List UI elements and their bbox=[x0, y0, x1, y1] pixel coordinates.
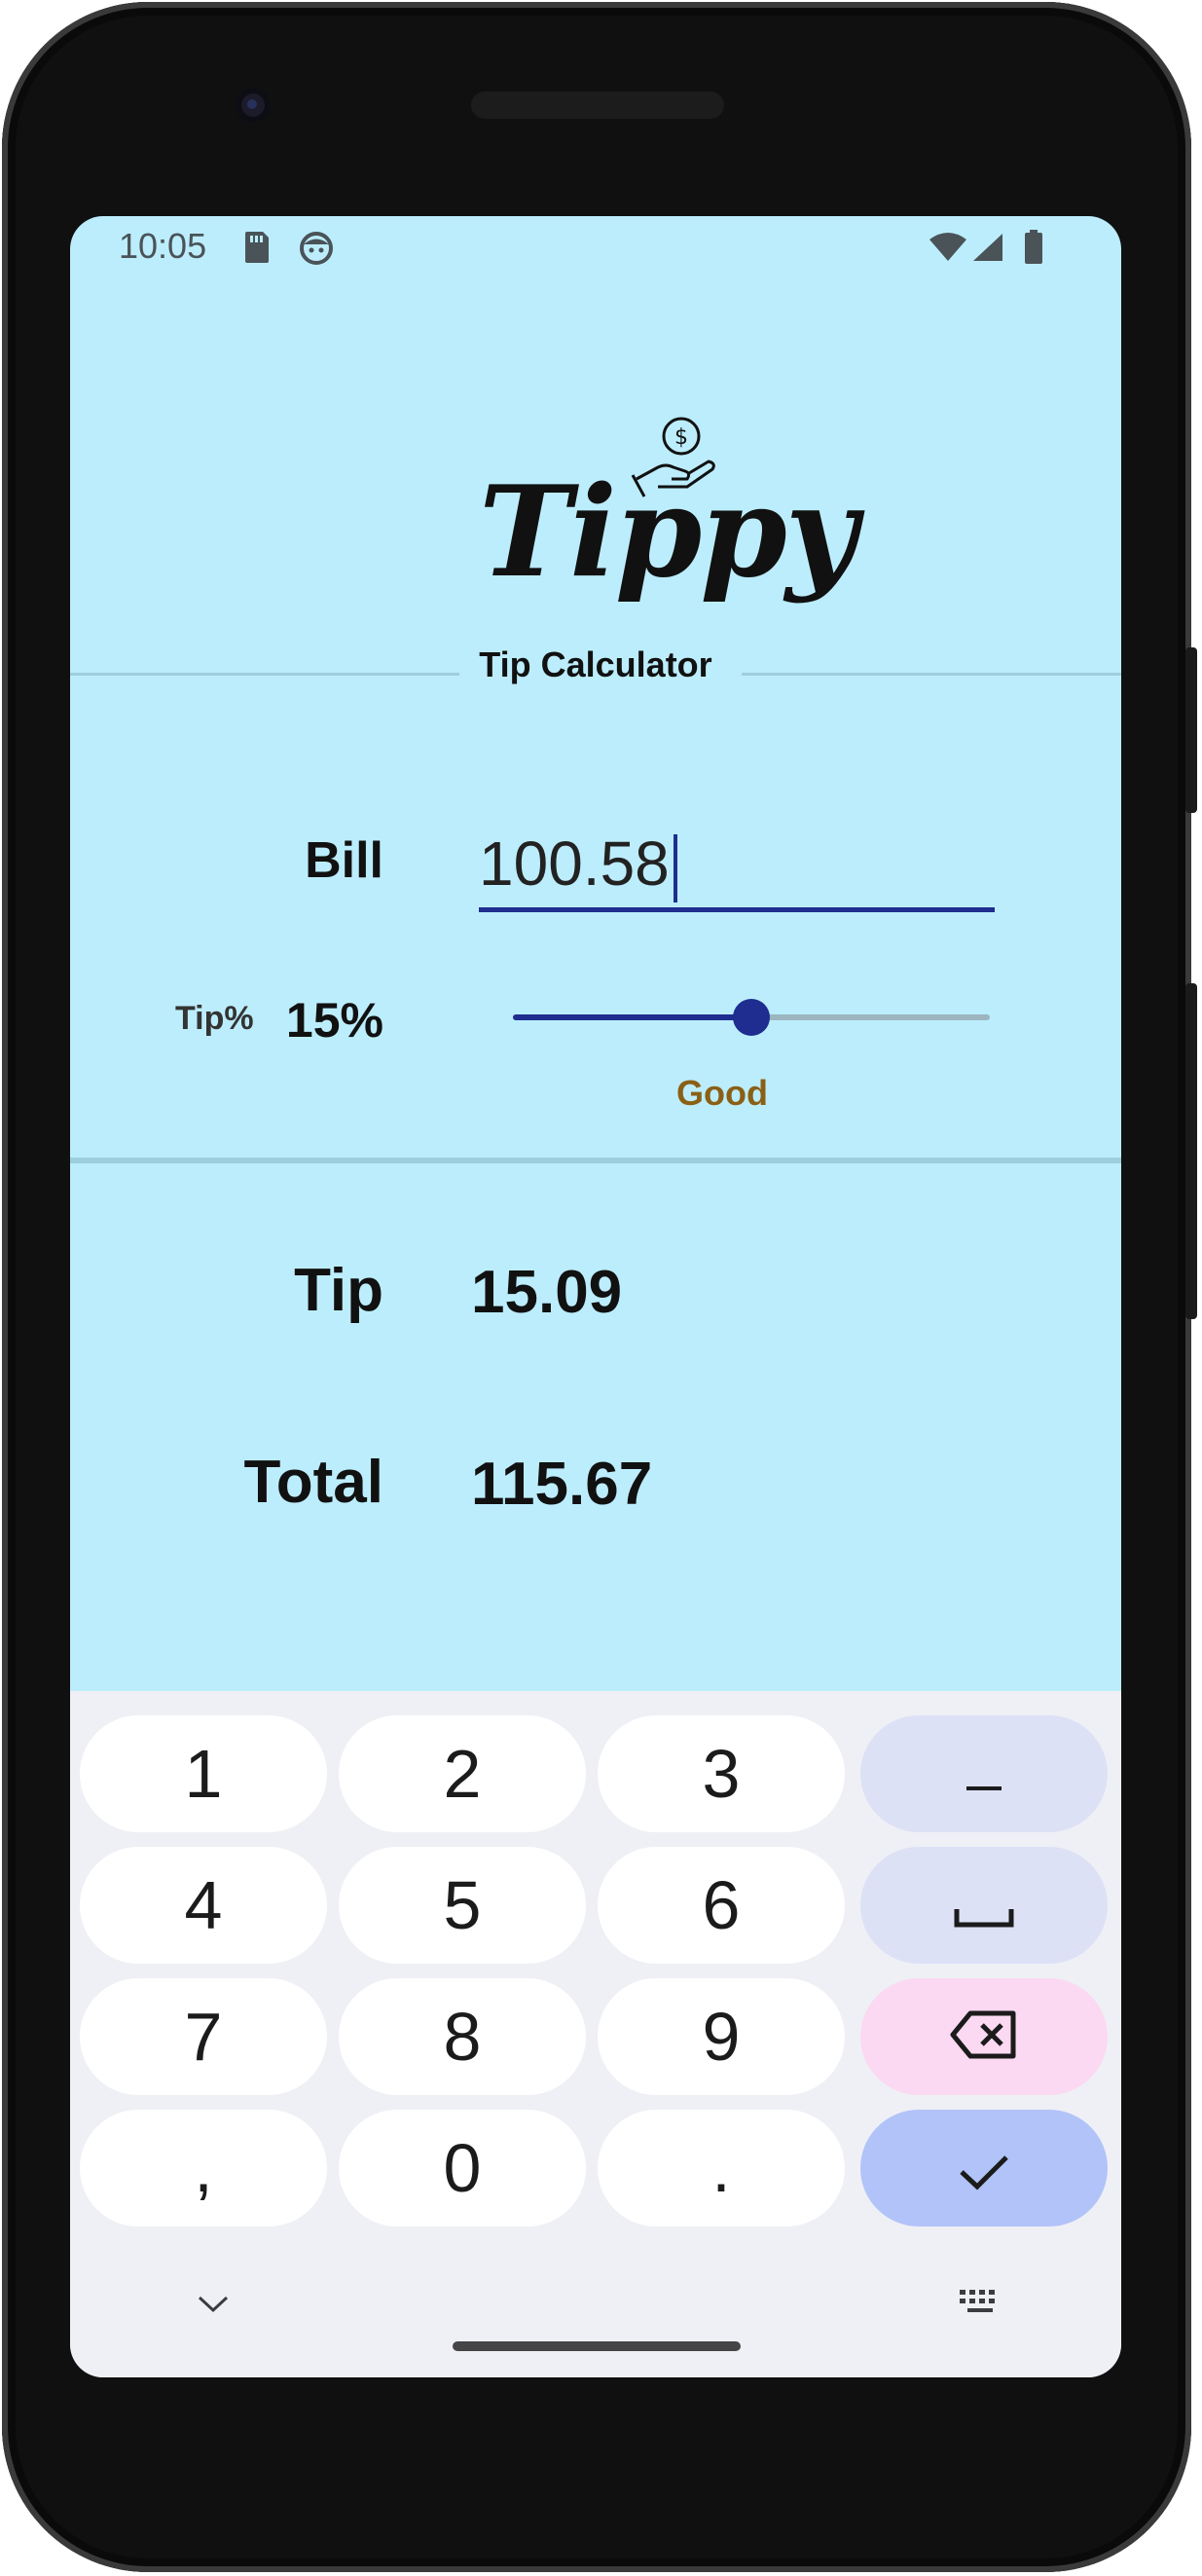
tip-slider-fill bbox=[513, 1014, 751, 1020]
volume-button bbox=[1185, 983, 1197, 1319]
chevron-down-icon[interactable] bbox=[197, 2295, 230, 2319]
face-icon bbox=[298, 230, 335, 272]
key-comma[interactable]: , bbox=[80, 2110, 327, 2226]
sd-card-icon bbox=[241, 230, 271, 270]
screen: 10:05 $ Tippy Tip Calculator Bill 100.58… bbox=[70, 216, 1121, 2377]
tip-slider-thumb[interactable] bbox=[733, 999, 770, 1036]
subtitle-divider-left bbox=[70, 673, 459, 676]
checkmark-icon bbox=[958, 2129, 1010, 2207]
total-result-label: Total bbox=[243, 1449, 384, 1516]
backspace-icon bbox=[949, 1998, 1019, 2076]
phone-frame: 10:05 $ Tippy Tip Calculator Bill 100.58… bbox=[2, 2, 1191, 2572]
key-9[interactable]: 9 bbox=[598, 1978, 845, 2095]
key-backspace[interactable] bbox=[860, 1978, 1108, 2095]
app-subtitle: Tip Calculator bbox=[479, 644, 712, 684]
key-3[interactable]: 3 bbox=[598, 1715, 845, 1832]
subtitle-divider-right bbox=[742, 673, 1121, 676]
numeric-keyboard: 1 2 3 4 5 6 7 8 9 , 0 . bbox=[70, 1691, 1121, 2377]
text-cursor bbox=[673, 834, 677, 903]
key-8[interactable]: 8 bbox=[339, 1978, 586, 2095]
key-space[interactable] bbox=[860, 1847, 1108, 1964]
tip-percent-value: 15% bbox=[285, 993, 383, 1048]
power-button bbox=[1185, 647, 1197, 813]
bill-label: Bill bbox=[305, 832, 383, 889]
key-4[interactable]: 4 bbox=[80, 1847, 327, 1964]
minus-icon bbox=[965, 1735, 1003, 1813]
home-gesture-bar[interactable] bbox=[453, 2341, 741, 2351]
key-7[interactable]: 7 bbox=[80, 1978, 327, 2095]
section-divider bbox=[70, 1158, 1121, 1163]
key-6[interactable]: 6 bbox=[598, 1847, 845, 1964]
key-minus[interactable] bbox=[860, 1715, 1108, 1832]
key-2[interactable]: 2 bbox=[339, 1715, 586, 1832]
key-0[interactable]: 0 bbox=[339, 2110, 586, 2226]
app-logo: Tippy bbox=[479, 460, 857, 606]
signal-icon bbox=[971, 232, 1004, 268]
battery-icon bbox=[1024, 230, 1043, 270]
wifi-icon bbox=[929, 232, 967, 268]
keyboard-icon[interactable] bbox=[958, 2288, 1002, 2324]
total-result-value: 115.67 bbox=[471, 1451, 653, 1518]
key-done[interactable] bbox=[860, 2110, 1108, 2226]
key-5[interactable]: 5 bbox=[339, 1847, 586, 1964]
svg-text:$: $ bbox=[674, 425, 688, 450]
tip-description: Good bbox=[676, 1073, 768, 1113]
tip-result-value: 15.09 bbox=[471, 1259, 623, 1326]
tip-percent-label: Tip% bbox=[175, 1000, 254, 1037]
key-1[interactable]: 1 bbox=[80, 1715, 327, 1832]
earpiece-speaker bbox=[471, 92, 724, 119]
tip-result-label: Tip bbox=[294, 1257, 383, 1324]
status-time: 10:05 bbox=[119, 226, 207, 266]
space-icon bbox=[953, 1866, 1015, 1944]
bill-input[interactable]: 100.58 bbox=[479, 820, 995, 912]
key-period[interactable]: . bbox=[598, 2110, 845, 2226]
tip-slider[interactable] bbox=[513, 999, 990, 1036]
front-camera bbox=[236, 88, 271, 123]
status-bar: 10:05 bbox=[70, 216, 1121, 284]
bill-input-value: 100.58 bbox=[479, 828, 670, 899]
